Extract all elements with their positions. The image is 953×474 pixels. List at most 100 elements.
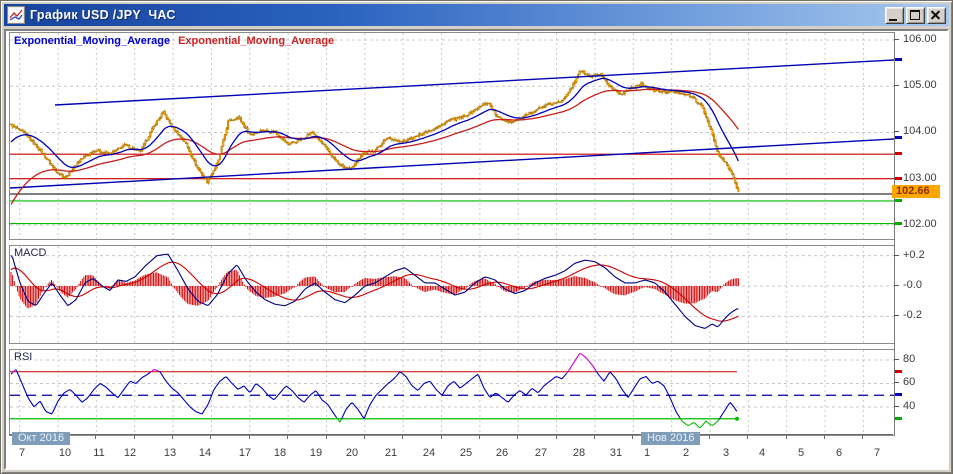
- macd-axis-tick: [894, 255, 899, 256]
- date-axis-tick: [594, 435, 595, 439]
- rsi-axis-marker: [895, 417, 902, 420]
- window-chart-icon: [7, 6, 25, 24]
- rsi-axis-tick: [894, 359, 899, 360]
- macd-axis-tick: [894, 285, 899, 286]
- title-bar[interactable]: График USD /JPY ЧАС: [4, 4, 949, 26]
- date-axis-label: 20: [345, 447, 359, 459]
- price-axis-marker: [895, 58, 902, 61]
- price-axis-tick: [894, 85, 899, 86]
- ema-label-slow: Exponential_Moving_Average: [178, 35, 335, 47]
- current-price-badge: 102.66: [892, 185, 940, 198]
- rsi-axis-marker: [895, 393, 902, 396]
- date-axis-label: 31: [609, 447, 623, 459]
- date-axis-tick: [363, 435, 365, 439]
- date-axis-tick: [709, 435, 710, 439]
- date-axis-tick: [287, 435, 289, 439]
- date-axis-label: 4: [758, 447, 766, 459]
- date-axis-tick: [95, 435, 97, 439]
- date-axis-label: 7: [873, 447, 881, 459]
- price-axis-marker: [895, 136, 902, 139]
- rsi-axis-label: 40: [903, 400, 916, 412]
- close-button[interactable]: [927, 6, 946, 24]
- macd-axis-label: -0.2: [903, 309, 922, 321]
- rsi-axis-tick: [894, 406, 899, 407]
- rsi-axis-marker: [895, 370, 902, 373]
- rsi-panel[interactable]: RSI: [9, 349, 895, 436]
- date-axis-tick: [172, 435, 174, 439]
- close-icon: [928, 8, 945, 23]
- price-axis-label: 105.00: [903, 79, 937, 91]
- minimize-button[interactable]: [885, 6, 904, 24]
- date-axis-tick: [402, 435, 404, 439]
- chart-window: График USD /JPY ЧАС Exponential_Moving_A…: [0, 0, 953, 474]
- y-axis-spine: [894, 32, 895, 435]
- date-axis-tick: [440, 435, 442, 439]
- date-axis-tick: [632, 435, 634, 439]
- price-axis-tick: [894, 39, 899, 40]
- price-axis-label: 103.00: [903, 172, 937, 184]
- date-axis-label: 18: [273, 447, 287, 459]
- date-axis-tick: [325, 435, 327, 439]
- chart-client-area: Exponential_Moving_Average Exponential_M…: [4, 29, 949, 470]
- date-axis-label: 2: [682, 447, 690, 459]
- date-axis-label: 7: [18, 447, 26, 459]
- price-axis-marker: [895, 199, 902, 202]
- date-axis-tick: [785, 435, 787, 439]
- date-axis-label: 28: [572, 447, 586, 459]
- date-axis-label: 25: [459, 447, 473, 459]
- price-panel[interactable]: Exponential_Moving_Average Exponential_M…: [9, 32, 895, 240]
- date-axis-label: 19: [309, 447, 323, 459]
- price-axis-marker: [895, 152, 902, 155]
- month-badge: Окт 2016: [12, 432, 71, 445]
- date-axis-label: 21: [384, 447, 398, 459]
- macd-axis-label: +0.2: [903, 249, 925, 261]
- rsi-axis-tick: [894, 382, 899, 383]
- price-axis-marker: [895, 222, 902, 225]
- date-axis-label: 26: [495, 447, 509, 459]
- price-axis-label: 102.00: [903, 218, 937, 230]
- x-axis-line: [9, 434, 893, 435]
- price-chart-canvas[interactable]: [10, 33, 894, 239]
- date-axis-tick: [862, 435, 864, 439]
- date-axis-label: 1: [643, 447, 651, 459]
- minimize-icon: [889, 18, 897, 21]
- date-axis-label: 6: [835, 447, 843, 459]
- rsi-axis-label: 60: [903, 376, 916, 388]
- price-axis-marker: [895, 177, 902, 180]
- date-axis-tick: [555, 435, 557, 439]
- date-axis-label: 11: [93, 447, 105, 459]
- date-axis-label: 13: [163, 447, 177, 459]
- date-axis-label: 27: [534, 447, 548, 459]
- rsi-axis-label: 80: [903, 353, 916, 365]
- date-axis-label: 10: [58, 447, 72, 459]
- rsi-chart-canvas[interactable]: [10, 350, 894, 435]
- date-axis-label: 3: [722, 447, 730, 459]
- window-title: График USD /JPY ЧАС: [30, 8, 176, 22]
- price-axis-tick: [894, 131, 899, 132]
- price-axis-label: 106.00: [903, 33, 937, 45]
- date-axis-tick: [210, 435, 212, 439]
- date-axis-label: 5: [797, 447, 805, 459]
- macd-axis-tick: [894, 315, 899, 316]
- rsi-label: RSI: [14, 351, 33, 363]
- date-axis-tick: [248, 435, 250, 439]
- maximize-button[interactable]: [906, 6, 925, 24]
- indicator-legend: Exponential_Moving_Average Exponential_M…: [14, 35, 334, 47]
- date-axis-label: 12: [123, 447, 137, 459]
- date-axis-label: 14: [198, 447, 212, 459]
- price-axis-label: 104.00: [903, 125, 937, 137]
- macd-label: MACD: [14, 247, 47, 259]
- macd-axis-label: -0.0: [903, 279, 922, 291]
- date-axis-tick: [478, 435, 480, 439]
- ema-label-fast: Exponential_Moving_Average: [14, 35, 171, 47]
- date-axis-label: 17: [238, 447, 252, 459]
- date-axis-tick: [133, 435, 135, 439]
- date-axis-tick: [517, 435, 519, 439]
- month-badge: Нов 2016: [641, 432, 701, 445]
- macd-panel[interactable]: MACD: [9, 245, 895, 344]
- macd-chart-canvas[interactable]: [10, 246, 894, 343]
- date-axis-label: 24: [422, 447, 436, 459]
- date-axis-tick: [824, 435, 826, 439]
- maximize-icon: [910, 9, 920, 20]
- date-axis-tick: [747, 435, 749, 439]
